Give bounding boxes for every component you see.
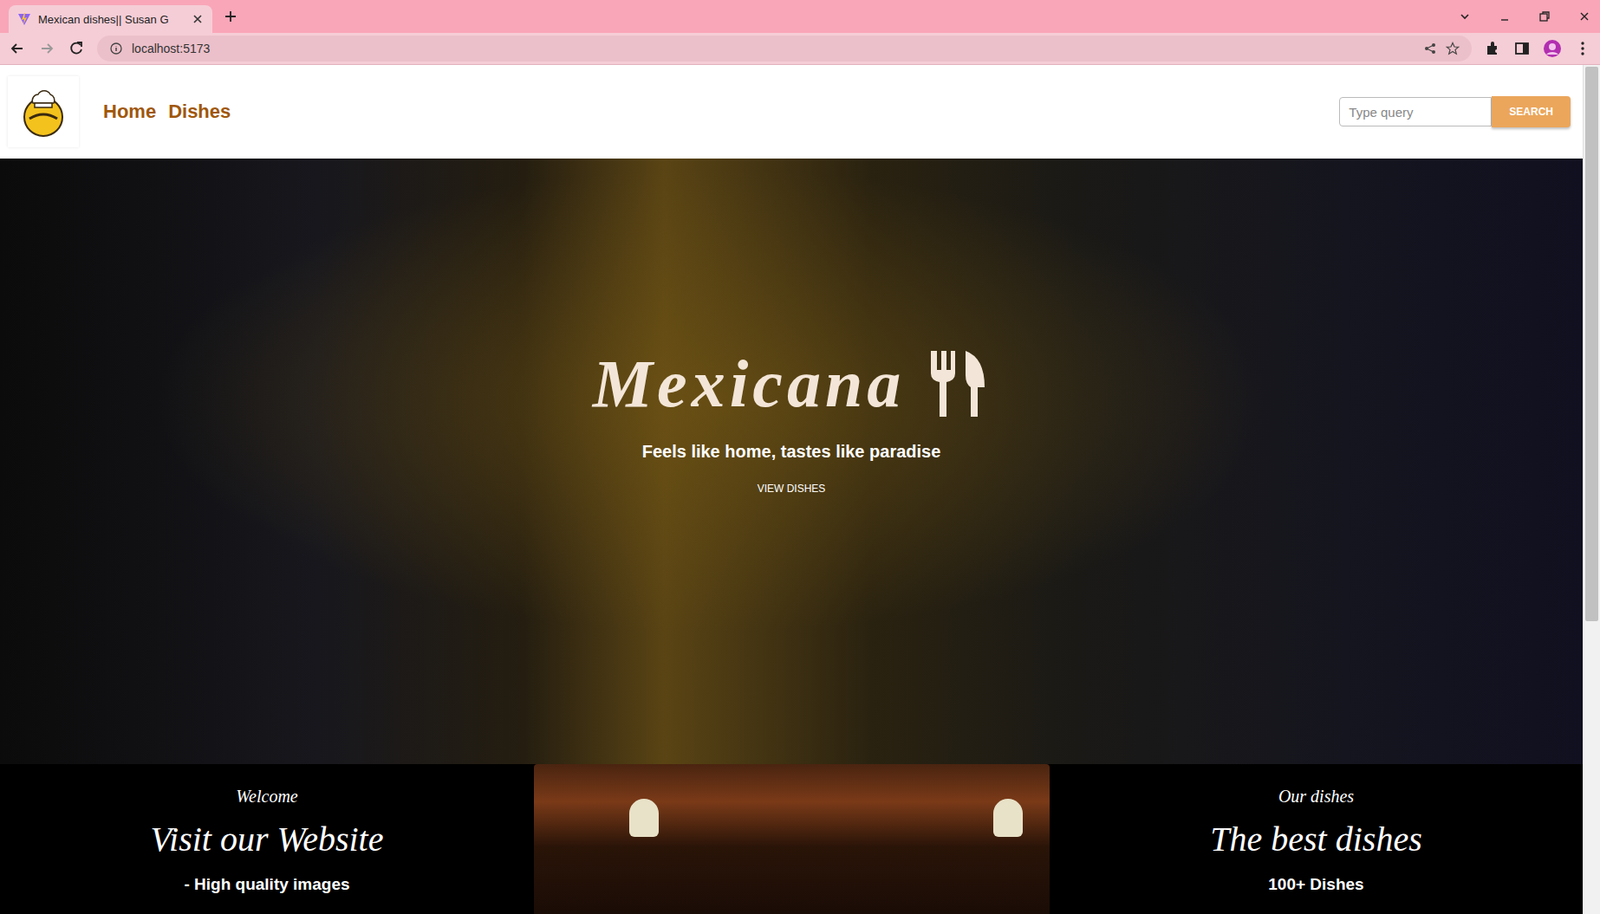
feature-column: Our dishes The best dishes 100+ Dishes [1049,764,1583,914]
hero-title: Mexicana [592,344,906,423]
lamp-shape [993,799,1023,838]
feature-kicker: Welcome [235,786,298,807]
feature-heading: Visit our Website [150,819,384,860]
fork-knife-icon [927,349,990,419]
chef-logo-icon [15,84,72,140]
feature-kicker: Our dishes [1278,786,1354,807]
toolbar: localhost:5173 [0,32,1600,66]
browser-window: Mexican dishes|| Susan G localhost:5173 Ho… [0,0,1600,914]
nav-link[interactable]: Home [103,100,157,124]
vite-icon [17,12,32,27]
url-text: localhost:5173 [131,41,210,56]
main-nav: Home Dishes [103,100,231,124]
profile-icon[interactable] [1542,39,1562,59]
feature-item: 100+ Dishes [1268,875,1364,895]
search-form: SEARCH [1339,96,1571,128]
restaurant-photo [533,764,1050,914]
star-icon[interactable] [1445,41,1460,56]
tab-title: Mexican dishes|| Susan G [38,13,185,27]
web-page: Home Dishes SEARCH Mexicana Feels like home,… [0,65,1583,914]
feature-item: - High quality images [183,875,350,895]
logo[interactable] [7,76,79,148]
close-window-icon[interactable] [1577,9,1592,24]
forward-arrow-icon[interactable] [38,39,56,58]
nav-link[interactable]: Dishes [168,100,231,124]
scrollbar[interactable] [1582,65,1600,914]
address-bar[interactable]: localhost:5173 [97,35,1472,62]
feature-heading: The best dishes [1209,819,1422,860]
hero-content: Mexicana Feels like home, tastes like par… [592,344,991,501]
feature-column: Welcome Visit our Website - High quality i… [0,764,534,914]
hero-title-row: Mexicana [592,344,991,423]
search-input[interactable] [1339,97,1492,127]
restore-icon[interactable] [1537,9,1552,24]
features-section: Welcome Visit our Website - High quality i… [0,764,1583,914]
share-icon[interactable] [1423,41,1438,56]
plus-icon[interactable] [222,8,239,25]
sidebar-icon[interactable] [1513,39,1531,58]
menu-dots-icon[interactable] [1573,39,1592,58]
back-arrow-icon[interactable] [8,39,27,58]
site-header: Home Dishes SEARCH [0,65,1583,159]
hero-tagline: Feels like home, tastes like paradise [642,442,942,462]
info-icon[interactable] [109,41,124,56]
view-dishes-button[interactable]: VIEW DISHES [748,477,835,501]
close-icon[interactable] [191,13,204,26]
extensions-icon[interactable] [1483,39,1502,58]
reload-icon[interactable] [67,39,85,58]
minimize-icon[interactable] [1497,9,1512,24]
page-viewport: Home Dishes SEARCH Mexicana Feels like home,… [0,65,1600,914]
scrollbar-thumb[interactable] [1585,66,1599,622]
browser-tab[interactable]: Mexican dishes|| Susan G [8,5,213,33]
hero-section: Mexicana Feels like home, tastes like par… [0,158,1583,765]
lamp-shape [629,799,659,838]
tab-bar: Mexican dishes|| Susan G [0,0,1600,33]
search-button[interactable]: SEARCH [1491,96,1571,128]
chevron-down-icon[interactable] [1457,9,1472,24]
